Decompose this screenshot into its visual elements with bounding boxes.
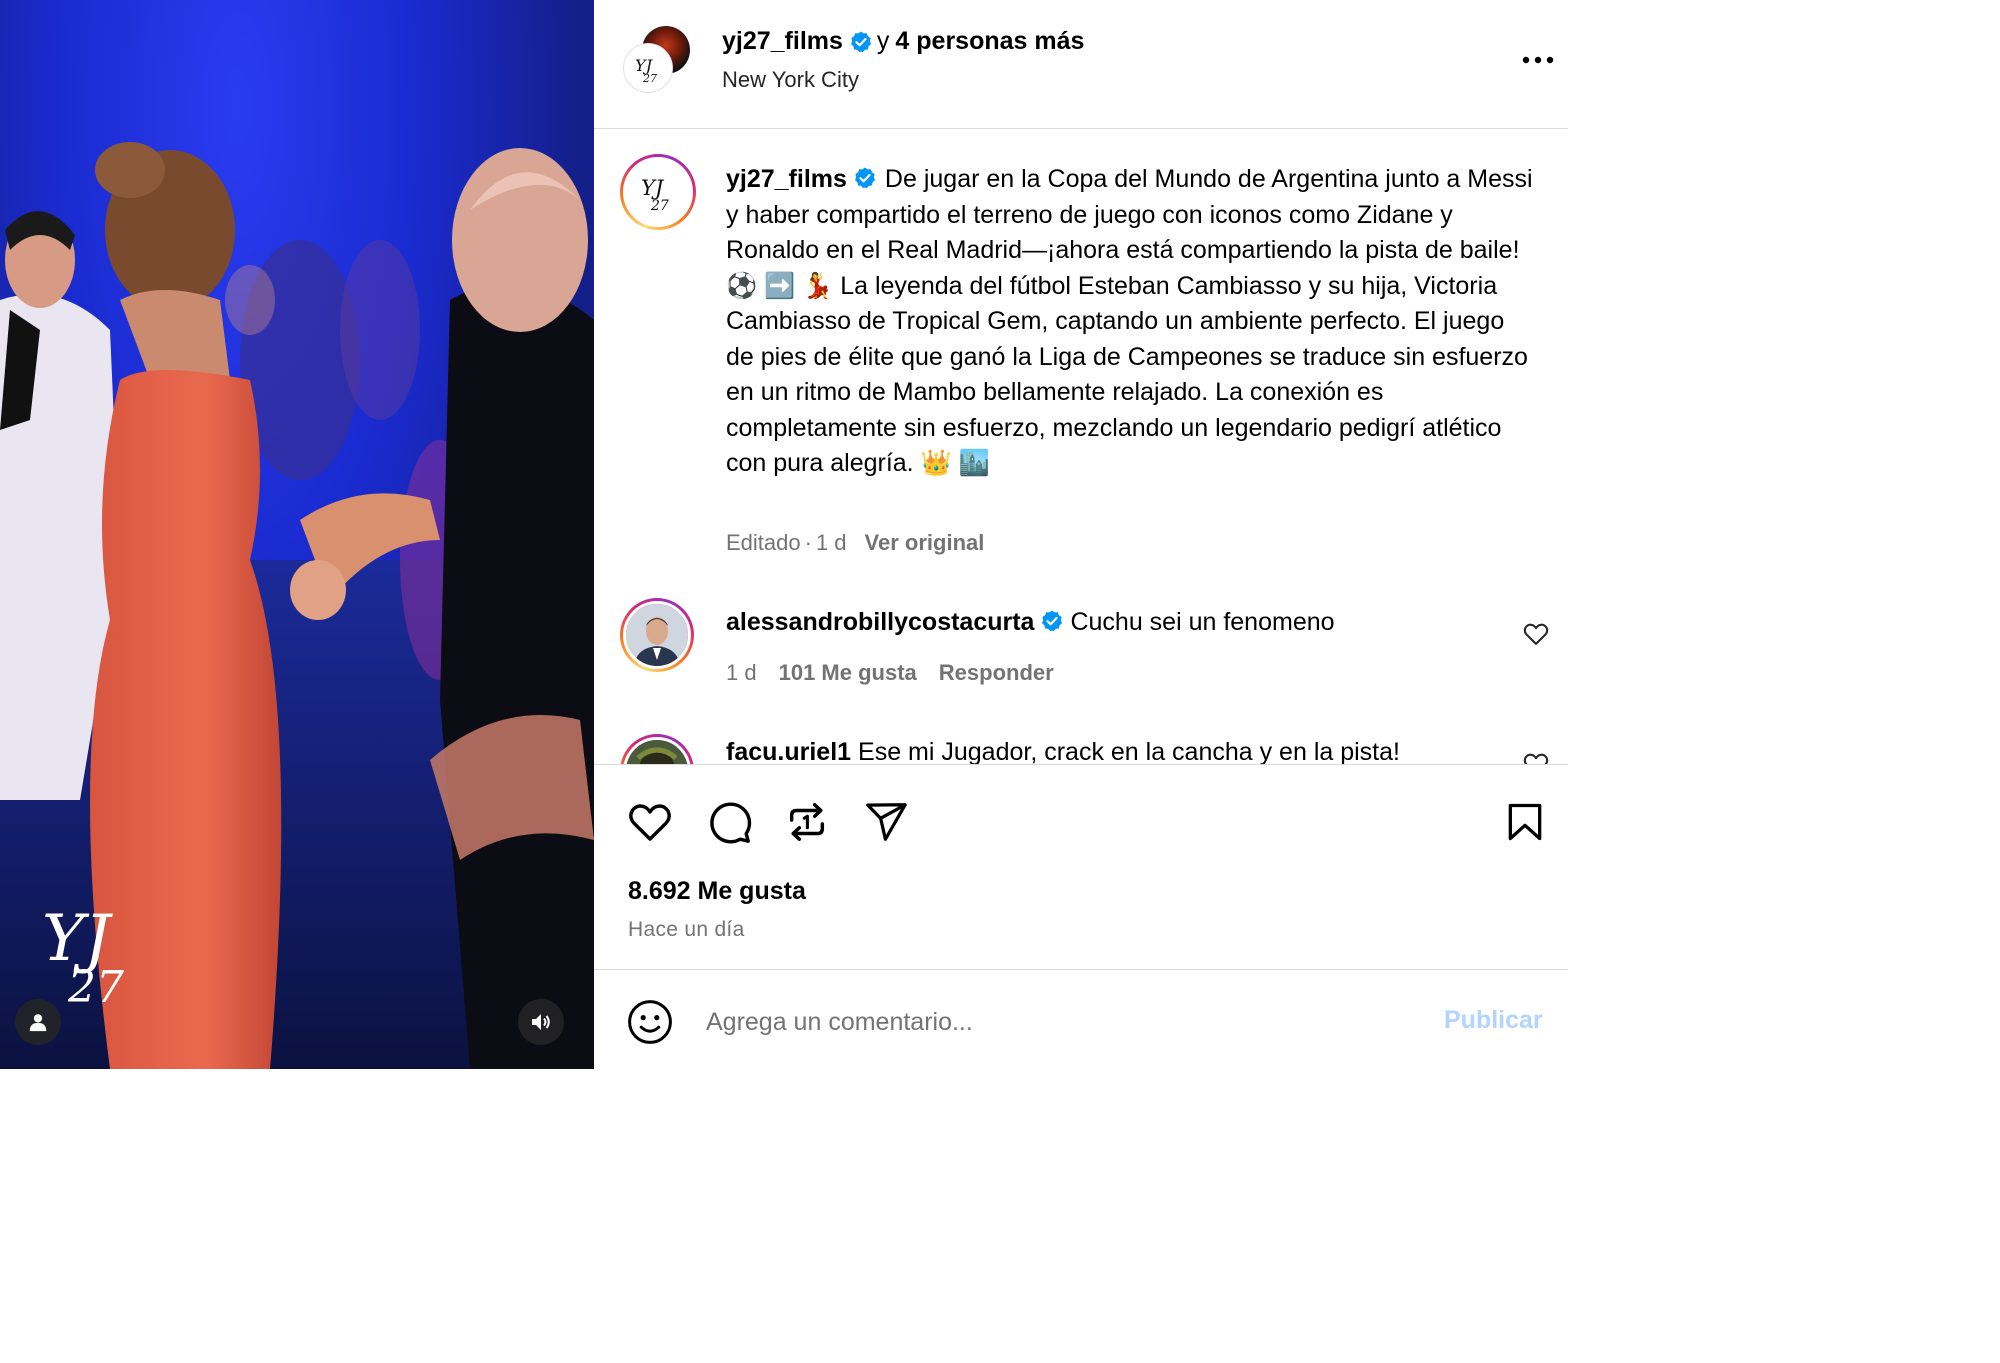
more-horizontal-icon	[1522, 56, 1554, 64]
yj27-logo: YJ 27	[641, 176, 669, 214]
svg-text:27: 27	[67, 962, 124, 1010]
location-link[interactable]: New York City	[722, 67, 859, 93]
repost-icon	[789, 803, 825, 841]
comment-text: facu.uriel1 Ese mi Jugador, crack en la …	[726, 738, 1400, 764]
comment-heart-icon[interactable]	[1522, 750, 1550, 764]
comment-time[interactable]: 1 d	[726, 660, 757, 685]
meta-dot: ·	[804, 530, 812, 555]
share-button[interactable]	[861, 797, 911, 847]
comment-body: Ese mi Jugador, crack en la cancha y en …	[858, 738, 1400, 764]
repost-button[interactable]	[782, 797, 832, 847]
user-icon	[29, 1014, 47, 1032]
verified-badge-icon	[1042, 610, 1063, 632]
comment-likes[interactable]: 101 Me gusta	[779, 660, 917, 685]
caption-username[interactable]: yj27_films	[726, 165, 847, 193]
post-media[interactable]: YJ 27	[0, 0, 594, 1069]
verified-badge-icon	[854, 167, 875, 189]
svg-text:YJ: YJ	[641, 176, 665, 200]
commenter-photo	[626, 604, 688, 666]
heart-icon	[629, 804, 671, 841]
collab-avatars[interactable]: YJ 27	[624, 26, 694, 96]
comment-text: alessandrobillycostacurta Cuchu sei un f…	[726, 608, 1335, 637]
post-header: YJ 27 yj27_films y 4 personas más New Yo…	[594, 0, 1568, 129]
commenter-avatar[interactable]	[620, 734, 694, 764]
comment-heart-icon[interactable]	[1522, 620, 1550, 648]
comment-icon	[710, 802, 752, 844]
emoji-icon[interactable]	[626, 998, 674, 1046]
post-caption: yj27_films De jugar en la Copa del Mundo…	[726, 162, 1534, 482]
svg-text:27: 27	[642, 72, 657, 85]
share-icon	[866, 803, 907, 841]
caption-author-avatar[interactable]: YJ 27	[620, 154, 696, 230]
comment-username[interactable]: facu.uriel1	[726, 738, 851, 764]
save-button[interactable]	[1500, 797, 1550, 847]
comment-body: Cuchu sei un fenomeno	[1070, 608, 1335, 636]
yj27-watermark: YJ 27	[42, 902, 124, 1010]
comments-list[interactable]: YJ 27 yj27_films De jugar en la Copa del…	[594, 130, 1568, 764]
collaborators-link[interactable]: 4 personas más	[895, 27, 1084, 56]
like-count[interactable]: 8.692 Me gusta	[628, 877, 806, 906]
comment-composer: Publicar	[594, 970, 1568, 1069]
comment-username[interactable]: alessandrobillycostacurta	[726, 608, 1034, 636]
header-title: yj27_films y 4 personas más	[722, 27, 1084, 56]
caption-body: De jugar en la Copa del Mundo de Argenti…	[726, 165, 1533, 477]
post-side-panel: YJ 27 yj27_films y 4 personas más New Yo…	[594, 0, 1568, 1069]
svg-text:27: 27	[650, 198, 669, 214]
like-button[interactable]	[625, 797, 675, 847]
speaker-icon	[532, 1014, 550, 1030]
caption-meta: Editado · 1 d Ver original	[726, 530, 984, 556]
comment-button[interactable]	[704, 797, 754, 847]
save-icon	[1508, 803, 1542, 841]
post-timestamp[interactable]: Hace un día	[628, 918, 745, 942]
comment-meta: 1 d 101 Me gusta Responder	[726, 660, 1076, 686]
edited-label: Editado	[726, 530, 801, 555]
caption-time[interactable]: 1 d	[816, 530, 847, 555]
see-original-button[interactable]: Ver original	[865, 530, 985, 555]
author-username[interactable]: yj27_films	[722, 27, 843, 56]
tagged-users-button[interactable]	[15, 999, 61, 1045]
reply-button[interactable]: Responder	[939, 660, 1054, 685]
author-avatar[interactable]: YJ 27	[624, 44, 672, 92]
yj27-logo: YJ 27	[635, 56, 657, 85]
header-conjunction: y	[876, 27, 890, 55]
commenter-photo	[626, 740, 688, 764]
verified-badge-icon	[850, 31, 871, 52]
commenter-avatar[interactable]	[620, 598, 694, 672]
sound-toggle-button[interactable]	[518, 999, 564, 1045]
post-actions: 8.692 Me gusta Hace un día	[594, 764, 1568, 970]
more-options-button[interactable]	[1518, 40, 1558, 80]
publish-button[interactable]: Publicar	[1444, 1006, 1543, 1035]
comment-input[interactable]	[706, 1000, 1406, 1044]
